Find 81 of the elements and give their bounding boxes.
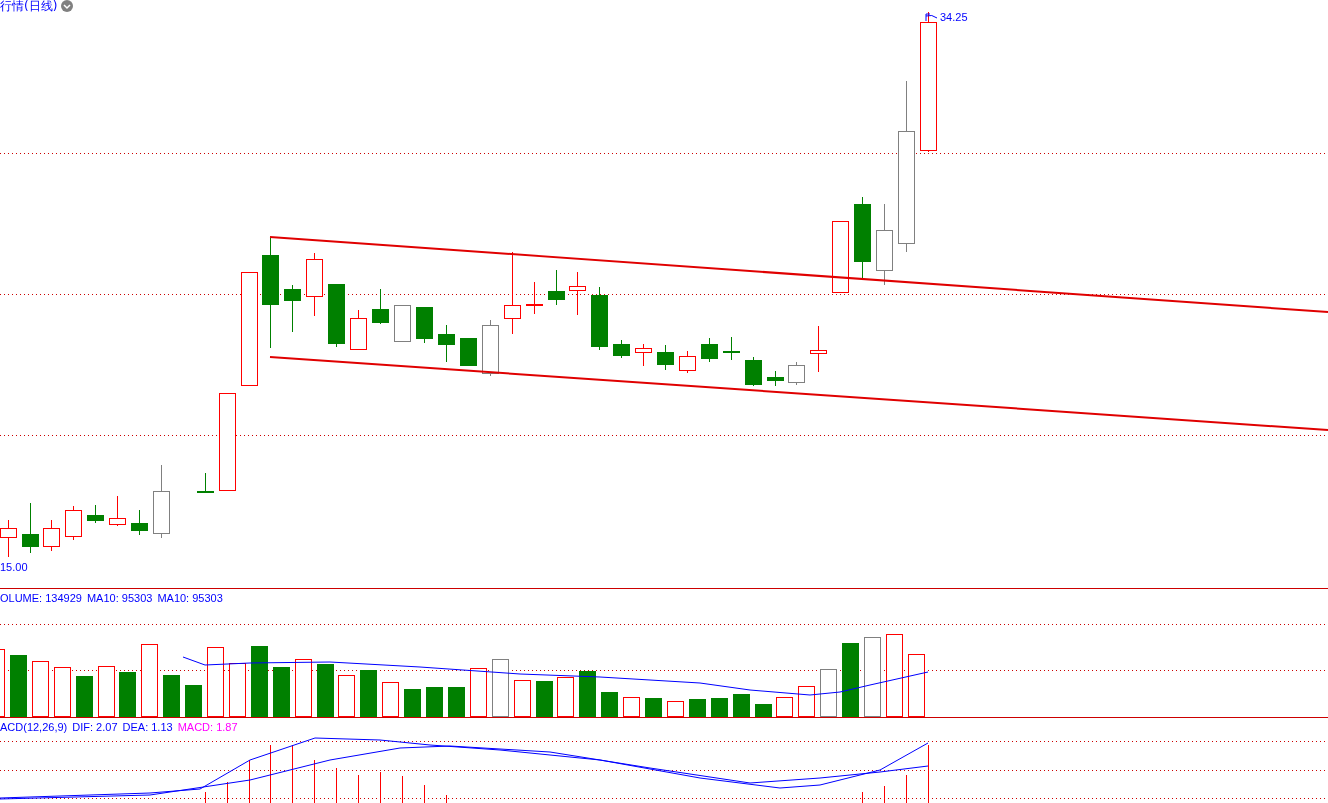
volume-bar — [579, 671, 596, 717]
volume-bar — [711, 698, 728, 717]
candlestick — [87, 504, 104, 524]
volume-bar — [119, 672, 136, 717]
legend-label: MACD: 1.87 — [177, 720, 238, 735]
candlestick — [328, 283, 345, 348]
volume-bar — [448, 687, 465, 717]
volume-bar — [426, 687, 443, 717]
low-price-label: 15.00 — [0, 560, 28, 575]
volume-bar — [317, 664, 334, 717]
legend-label: ACD(12,26,9) — [0, 720, 68, 735]
candlestick — [569, 271, 586, 316]
volume-bar — [776, 697, 793, 717]
volume-bar — [76, 676, 93, 717]
volume-bar — [820, 669, 837, 717]
legend-label: MA10: 95303 — [157, 591, 223, 606]
volume-bar — [185, 685, 202, 717]
candlestick — [22, 502, 39, 554]
volume-bar — [601, 692, 618, 717]
candlestick — [613, 339, 630, 359]
candlestick — [810, 325, 827, 373]
candlestick — [197, 472, 214, 494]
volume-bar — [360, 670, 377, 717]
candlestick — [65, 505, 82, 541]
candlestick — [284, 284, 301, 333]
volume-bar — [32, 661, 49, 717]
candlestick — [394, 304, 411, 342]
volume-bar — [207, 647, 224, 717]
volume-bar — [645, 698, 662, 717]
candlestick — [131, 509, 148, 536]
candlestick — [767, 370, 784, 387]
volume-bar — [667, 701, 684, 717]
volume-bar — [557, 677, 574, 717]
volume-bar — [295, 659, 312, 717]
volume-bar — [798, 686, 815, 717]
volume-bar — [755, 704, 772, 717]
candlestick — [635, 343, 652, 367]
candlestick — [701, 337, 718, 363]
candlestick — [526, 281, 543, 315]
candlestick — [350, 309, 367, 351]
high-price-label: 34.25 — [940, 10, 968, 25]
candlestick — [657, 344, 674, 371]
candlestick — [43, 519, 60, 552]
volume-bar — [623, 697, 640, 717]
volume-bar — [338, 675, 355, 717]
volume-bar — [229, 663, 246, 717]
chart-title: 行情(日线) — [0, 0, 58, 15]
volume-bar — [273, 667, 290, 717]
candlestick — [372, 288, 389, 325]
legend-label: OLUME: 134929 — [0, 591, 82, 606]
volume-bar — [251, 646, 268, 717]
volume-bar — [470, 668, 487, 717]
candlestick — [591, 286, 608, 351]
candlestick — [745, 356, 762, 387]
volume-bar — [404, 689, 421, 717]
legend-label: DEA: 1.13 — [122, 720, 173, 735]
candlestick — [548, 269, 565, 306]
volume-bar — [382, 682, 399, 717]
candlestick — [438, 324, 455, 363]
volume-bar — [54, 667, 71, 717]
volume-bar — [514, 680, 531, 717]
volume-bar — [98, 666, 115, 717]
candlestick — [723, 336, 740, 361]
volume-bar — [492, 659, 509, 717]
pointer-icon — [924, 12, 938, 23]
candlestick — [482, 319, 499, 377]
legend-label: MA10: 95303 — [86, 591, 153, 606]
candlestick — [109, 495, 126, 527]
volume-bar — [689, 699, 706, 717]
volume-bar — [908, 654, 925, 717]
candlestick — [788, 361, 805, 386]
volume-bar — [163, 675, 180, 717]
candlestick — [416, 306, 433, 344]
volume-bar — [733, 694, 750, 717]
volume-bar — [536, 681, 553, 717]
candlestick — [460, 337, 477, 366]
candlestick — [679, 350, 696, 374]
dropdown-icon[interactable] — [61, 0, 74, 12]
legend-label: DIF: 2.07 — [72, 720, 118, 735]
candlestick — [306, 252, 323, 317]
volume-bar — [10, 655, 27, 717]
